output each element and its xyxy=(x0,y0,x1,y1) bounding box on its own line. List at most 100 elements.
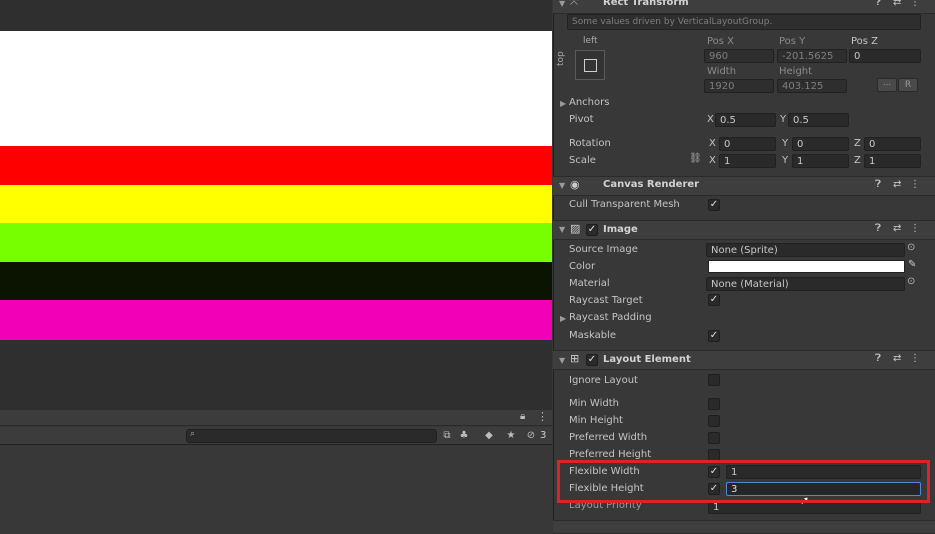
presets-icon[interactable]: ⇄ xyxy=(893,179,901,190)
search-input[interactable]: ⌕ xyxy=(186,429,437,443)
scale-y-field[interactable]: 1 xyxy=(792,154,849,168)
help-icon[interactable]: ❓︎ xyxy=(875,353,881,364)
anchor-preset-square xyxy=(584,59,597,72)
presets-icon[interactable]: ⇄ xyxy=(893,223,901,234)
blueprint-mode-button[interactable]: ⋯ xyxy=(877,78,897,92)
raycast-target-checkbox[interactable]: ✓ xyxy=(708,294,720,306)
scale-z-field[interactable]: 1 xyxy=(864,154,921,168)
cull-transparent-mesh-label: Cull Transparent Mesh xyxy=(569,199,680,210)
scale-x-field[interactable]: 1 xyxy=(719,154,776,168)
type-filter-icon[interactable]: ♣ xyxy=(457,429,471,443)
pos-z-field[interactable]: 0 xyxy=(849,49,921,63)
pivot-x-field[interactable]: 0.5 xyxy=(715,113,776,127)
next-component-header[interactable] xyxy=(553,520,935,534)
color-swatch[interactable] xyxy=(708,260,905,273)
pos-y-field[interactable]: -201.5625 xyxy=(777,49,847,63)
scene-filter-icon[interactable]: ⧉ xyxy=(440,429,454,443)
help-icon[interactable]: ❓︎ xyxy=(875,179,881,190)
material-field[interactable]: None (Material) xyxy=(706,277,905,291)
rot-y-field[interactable]: 0 xyxy=(792,137,849,151)
height-label: Height xyxy=(779,66,813,77)
stripe-magenta xyxy=(0,300,552,340)
color-label: Color xyxy=(569,261,596,272)
raycast-padding-label[interactable]: Raycast Padding xyxy=(569,312,652,323)
highlight-box xyxy=(557,460,930,503)
search-icon: ⌕ xyxy=(190,429,196,439)
pos-x-field[interactable]: 960 xyxy=(704,49,774,63)
hidden-count: 3 xyxy=(540,430,547,441)
collapse-arrow-icon[interactable]: ▼ xyxy=(559,356,565,365)
lock-icon[interactable]: 🔒︎ xyxy=(520,411,525,422)
object-picker-icon[interactable]: ⊙ xyxy=(907,276,915,287)
min-width-checkbox[interactable] xyxy=(708,398,720,410)
component-menu-icon[interactable]: ⋮ xyxy=(910,179,920,190)
ignore-layout-label: Ignore Layout xyxy=(569,375,638,386)
rot-y-axis: Y xyxy=(782,138,789,149)
width-field[interactable]: 1920 xyxy=(704,79,774,93)
help-icon[interactable]: ❓︎ xyxy=(875,0,881,8)
raycast-padding-expand-icon[interactable]: ▶ xyxy=(560,314,566,323)
image-enabled-checkbox[interactable]: ✓ xyxy=(586,224,598,236)
pos-z-label: Pos Z xyxy=(851,36,879,47)
layout-element-title: Layout Element xyxy=(603,354,691,365)
driven-info-box: Some values driven by VerticalLayoutGrou… xyxy=(567,14,921,30)
maskable-checkbox[interactable]: ✓ xyxy=(708,330,720,342)
hidden-packages-icon[interactable]: ⊘ xyxy=(525,429,537,443)
maskable-label: Maskable xyxy=(569,330,616,341)
rot-z-field[interactable]: 0 xyxy=(864,137,921,151)
scale-label: Scale xyxy=(569,155,596,166)
label-filter-icon[interactable]: ◆ xyxy=(482,429,496,443)
pos-x-label: Pos X xyxy=(707,36,735,47)
ignore-layout-checkbox[interactable] xyxy=(708,374,720,386)
stripe-red xyxy=(0,146,552,185)
canvas-renderer-title: Canvas Renderer xyxy=(603,179,700,190)
material-label: Material xyxy=(569,278,610,289)
anchors-expand-icon[interactable]: ▶ xyxy=(560,99,566,108)
anchor-top-label: top xyxy=(556,51,566,66)
help-icon[interactable]: ❓︎ xyxy=(875,223,881,234)
presets-icon[interactable]: ⇄ xyxy=(893,353,901,364)
source-image-field[interactable]: None (Sprite) xyxy=(706,243,905,257)
width-label: Width xyxy=(707,66,737,77)
cull-transparent-mesh-checkbox[interactable]: ✓ xyxy=(708,199,720,211)
collapse-arrow-icon[interactable]: ▼ xyxy=(559,0,565,8)
raw-edit-button[interactable]: R xyxy=(898,78,918,92)
component-menu-icon[interactable]: ⋮ xyxy=(910,353,920,364)
pivot-y-axis: Y xyxy=(780,114,787,125)
rect-transform-icon: ⤧ xyxy=(570,0,578,8)
eyedropper-icon[interactable]: ✎ xyxy=(908,259,916,270)
pos-y-label: Pos Y xyxy=(779,36,806,47)
collapse-arrow-icon[interactable]: ▼ xyxy=(559,225,565,234)
anchor-preset-button[interactable] xyxy=(575,50,605,80)
height-field[interactable]: 403.125 xyxy=(777,79,847,93)
scale-z-axis: Z xyxy=(854,155,861,166)
bottom-panel-header: 🔒︎ ⋮ xyxy=(0,410,552,426)
component-menu-icon[interactable]: ⋮ xyxy=(910,223,920,234)
min-width-label: Min Width xyxy=(569,398,619,409)
stripe-yellow xyxy=(0,185,552,223)
pivot-y-field[interactable]: 0.5 xyxy=(788,113,849,127)
preferred-width-checkbox[interactable] xyxy=(708,432,720,444)
rot-x-field[interactable]: 0 xyxy=(719,137,776,151)
source-image-label: Source Image xyxy=(569,244,638,255)
scale-y-axis: Y xyxy=(782,155,789,166)
layout-element-icon: ⊞ xyxy=(570,352,580,365)
object-picker-icon[interactable]: ⊙ xyxy=(907,242,915,253)
constrain-proportions-icon[interactable]: ⛓︎ xyxy=(689,153,702,164)
anchors-label[interactable]: Anchors xyxy=(569,97,609,108)
presets-icon[interactable]: ⇄ xyxy=(893,0,901,8)
scene-view[interactable] xyxy=(0,0,552,410)
rotation-label: Rotation xyxy=(569,138,611,149)
stripe-black xyxy=(0,262,552,300)
min-height-label: Min Height xyxy=(569,415,623,426)
more-menu-icon[interactable]: ⋮ xyxy=(537,410,548,423)
rect-transform-title: Rect Transform xyxy=(603,0,689,8)
min-height-checkbox[interactable] xyxy=(708,415,720,427)
layout-element-enabled-checkbox[interactable]: ✓ xyxy=(586,354,598,366)
pivot-label: Pivot xyxy=(569,114,594,125)
collapse-arrow-icon[interactable]: ▼ xyxy=(559,181,565,190)
component-menu-icon[interactable]: ⋮ xyxy=(910,0,920,8)
preferred-width-label: Preferred Width xyxy=(569,432,648,443)
preferred-height-label: Preferred Height xyxy=(569,449,652,460)
favorite-icon[interactable]: ★ xyxy=(504,429,518,443)
